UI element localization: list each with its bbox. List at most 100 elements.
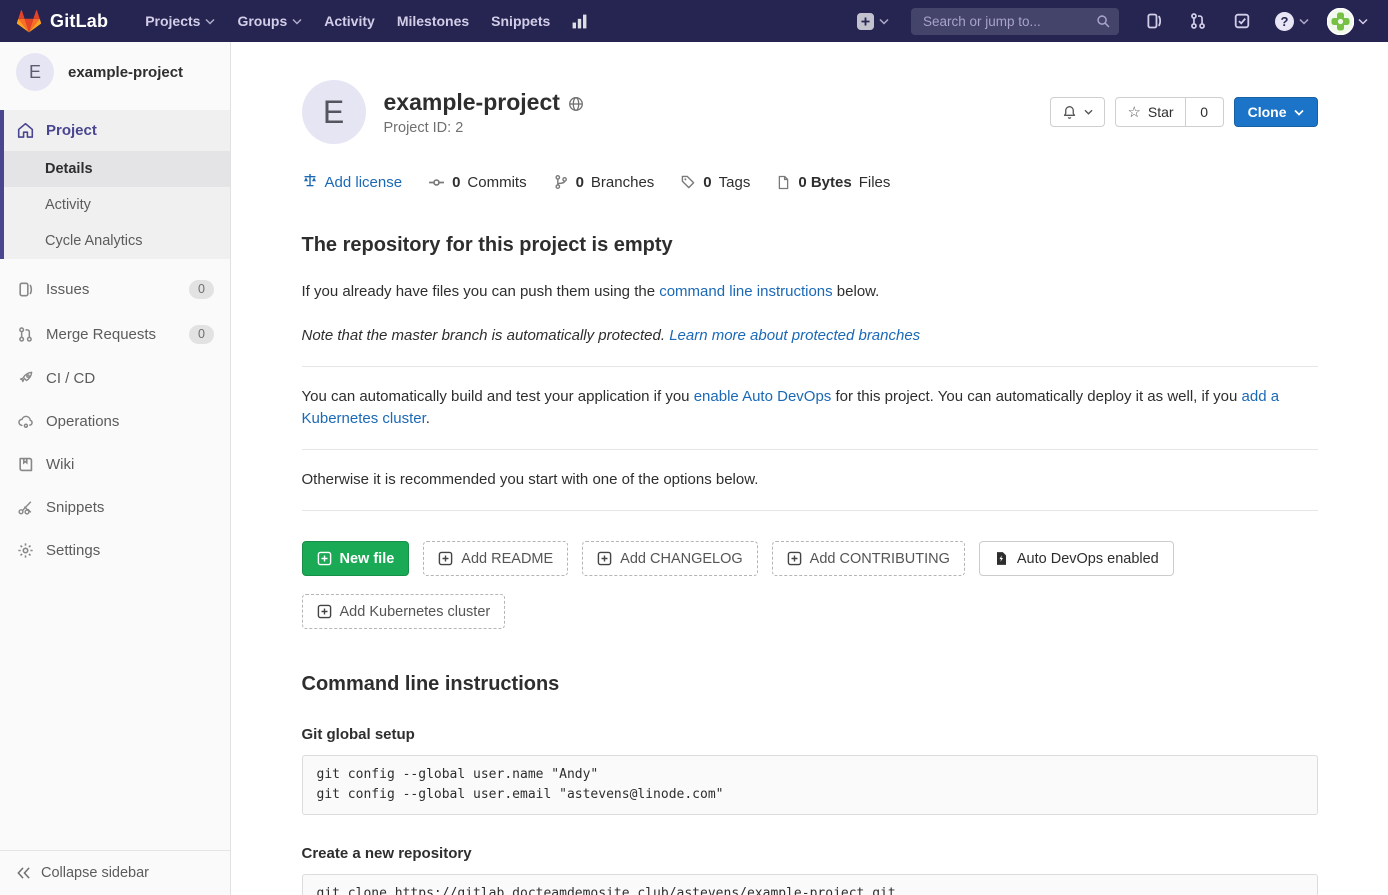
new-file-button[interactable]: New file (302, 541, 410, 576)
plus-square-icon (438, 551, 453, 566)
main-content: E example-project Project ID: 2 (231, 42, 1388, 895)
home-icon (16, 122, 34, 139)
search-input[interactable] (921, 13, 1096, 30)
sidebar-item-operations[interactable]: Operations (0, 400, 230, 443)
nav-snippets-link[interactable]: Snippets (480, 0, 561, 42)
create-repo-code-block: git clone https://gitlab.docteamdemosite… (302, 874, 1318, 895)
add-kubernetes-cluster-button[interactable]: Add Kubernetes cluster (302, 594, 506, 629)
cli-section-title: Command line instructions (302, 673, 1318, 696)
protected-branches-link[interactable]: Learn more about protected branches (669, 327, 920, 344)
sidebar-project-header[interactable]: E example-project (0, 42, 230, 102)
book-icon (16, 456, 34, 473)
create-repo-heading: Create a new repository (302, 845, 1318, 862)
nav-activity-link[interactable]: Activity (313, 0, 386, 42)
public-globe-icon (568, 96, 584, 112)
sidebar-project-avatar: E (16, 53, 54, 91)
project-sidebar: E example-project Project Details Activi… (0, 42, 231, 895)
gear-icon (16, 542, 34, 559)
chevron-down-icon (1358, 17, 1368, 26)
chevron-down-icon (1299, 17, 1309, 26)
merge-request-icon (16, 326, 34, 343)
user-avatar (1327, 8, 1354, 35)
auto-devops-text: You can automatically build and test you… (302, 386, 1318, 430)
new-menu-button[interactable] (851, 0, 895, 42)
gitlab-home-link[interactable]: GitLab (16, 8, 108, 34)
help-icon: ? (1275, 12, 1294, 31)
top-navbar: GitLab Projects Groups Activity Mileston… (0, 0, 1388, 42)
sidebar-item-merge-requests[interactable]: Merge Requests 0 (0, 312, 230, 357)
code-line: git config --global user.email "astevens… (317, 787, 724, 802)
empty-repo-title: The repository for this project is empty (302, 234, 1318, 257)
divider (302, 449, 1318, 450)
project-header: E example-project Project ID: 2 (302, 80, 1318, 144)
enable-auto-devops-link[interactable]: enable Auto DevOps (694, 388, 832, 405)
otherwise-text: Otherwise it is recommended you start wi… (302, 469, 1318, 491)
files-stat[interactable]: 0 Bytes Files (776, 174, 890, 191)
issues-icon (16, 281, 34, 298)
add-contributing-button[interactable]: Add CONTRIBUTING (772, 541, 965, 576)
operations-icon (16, 413, 34, 430)
clone-button[interactable]: Clone (1234, 97, 1318, 127)
nav-projects-menu[interactable]: Projects (134, 0, 226, 42)
tags-stat[interactable]: 0 Tags (680, 174, 750, 191)
nav-milestones-link[interactable]: Milestones (386, 0, 480, 42)
nav-groups-menu[interactable]: Groups (226, 0, 313, 42)
todos-icon[interactable] (1223, 0, 1261, 42)
doc-bolt-icon (994, 551, 1009, 566)
commits-stat[interactable]: 0 Commits (428, 174, 527, 191)
plus-square-icon (317, 604, 332, 619)
tag-icon (680, 174, 696, 190)
chevron-down-icon (879, 17, 889, 26)
help-menu[interactable]: ? (1267, 0, 1317, 42)
sidebar-item-wiki[interactable]: Wiki (0, 443, 230, 486)
add-readme-button[interactable]: Add README (423, 541, 568, 576)
issues-dashboard-icon[interactable] (1135, 0, 1173, 42)
user-menu[interactable] (1323, 8, 1372, 35)
notifications-dropdown-button[interactable] (1050, 97, 1105, 127)
star-count[interactable]: 0 (1186, 97, 1224, 127)
sidebar-item-issues[interactable]: Issues 0 (0, 267, 230, 312)
merge-requests-count-badge: 0 (189, 325, 214, 344)
add-changelog-button[interactable]: Add CHANGELOG (582, 541, 758, 576)
sidebar-item-ci-cd[interactable]: CI / CD (0, 357, 230, 400)
plus-square-icon (597, 551, 612, 566)
sidebar-item-snippets[interactable]: Snippets (0, 486, 230, 529)
sidebar-item-settings[interactable]: Settings (0, 529, 230, 572)
branch-icon (553, 174, 569, 190)
collapse-double-chevron-icon (16, 866, 31, 880)
branches-stat[interactable]: 0 Branches (553, 174, 655, 191)
issues-count-badge: 0 (189, 280, 214, 299)
sidebar-item-cycle-analytics[interactable]: Cycle Analytics (4, 223, 230, 259)
sidebar-item-details[interactable]: Details (4, 151, 230, 187)
code-line: git config --global user.name "Andy" (317, 767, 599, 782)
chevron-down-icon (205, 17, 215, 26)
rocket-icon (16, 370, 34, 387)
merge-requests-dashboard-icon[interactable] (1179, 0, 1217, 42)
collapse-sidebar-button[interactable]: Collapse sidebar (0, 850, 230, 895)
add-license-link[interactable]: Add license (302, 172, 403, 192)
repo-action-buttons: New file Add README Add CHANGELOG (302, 541, 1318, 629)
chevron-down-icon (1294, 108, 1304, 117)
code-line: git clone https://gitlab.docteamdemosite… (317, 886, 896, 895)
auto-devops-enabled-button[interactable]: Auto DevOps enabled (979, 541, 1174, 576)
project-id-label: Project ID: 2 (384, 120, 584, 136)
star-button[interactable]: ☆ Star (1115, 97, 1185, 127)
sidebar-section-project: Project Details Activity Cycle Analytics (0, 110, 230, 259)
chevron-down-icon (1084, 108, 1093, 116)
charts-icon[interactable] (561, 0, 598, 42)
plus-square-icon (787, 551, 802, 566)
sidebar-item-activity[interactable]: Activity (4, 187, 230, 223)
git-global-setup-heading: Git global setup (302, 726, 1318, 743)
protected-branch-note: Note that the master branch is automatic… (302, 325, 1318, 347)
divider (302, 510, 1318, 511)
project-stats-row: Add license 0 Commits 0 Branches (302, 172, 1318, 192)
global-search (911, 8, 1119, 35)
commit-icon (428, 174, 445, 191)
command-line-instructions-link[interactable]: command line instructions (659, 283, 832, 300)
scale-icon (302, 172, 318, 192)
gitlab-brand-text: GitLab (50, 11, 108, 32)
star-icon: ☆ (1127, 103, 1140, 121)
file-icon (776, 175, 791, 190)
search-icon (1096, 14, 1111, 29)
sidebar-item-project[interactable]: Project (4, 110, 230, 151)
